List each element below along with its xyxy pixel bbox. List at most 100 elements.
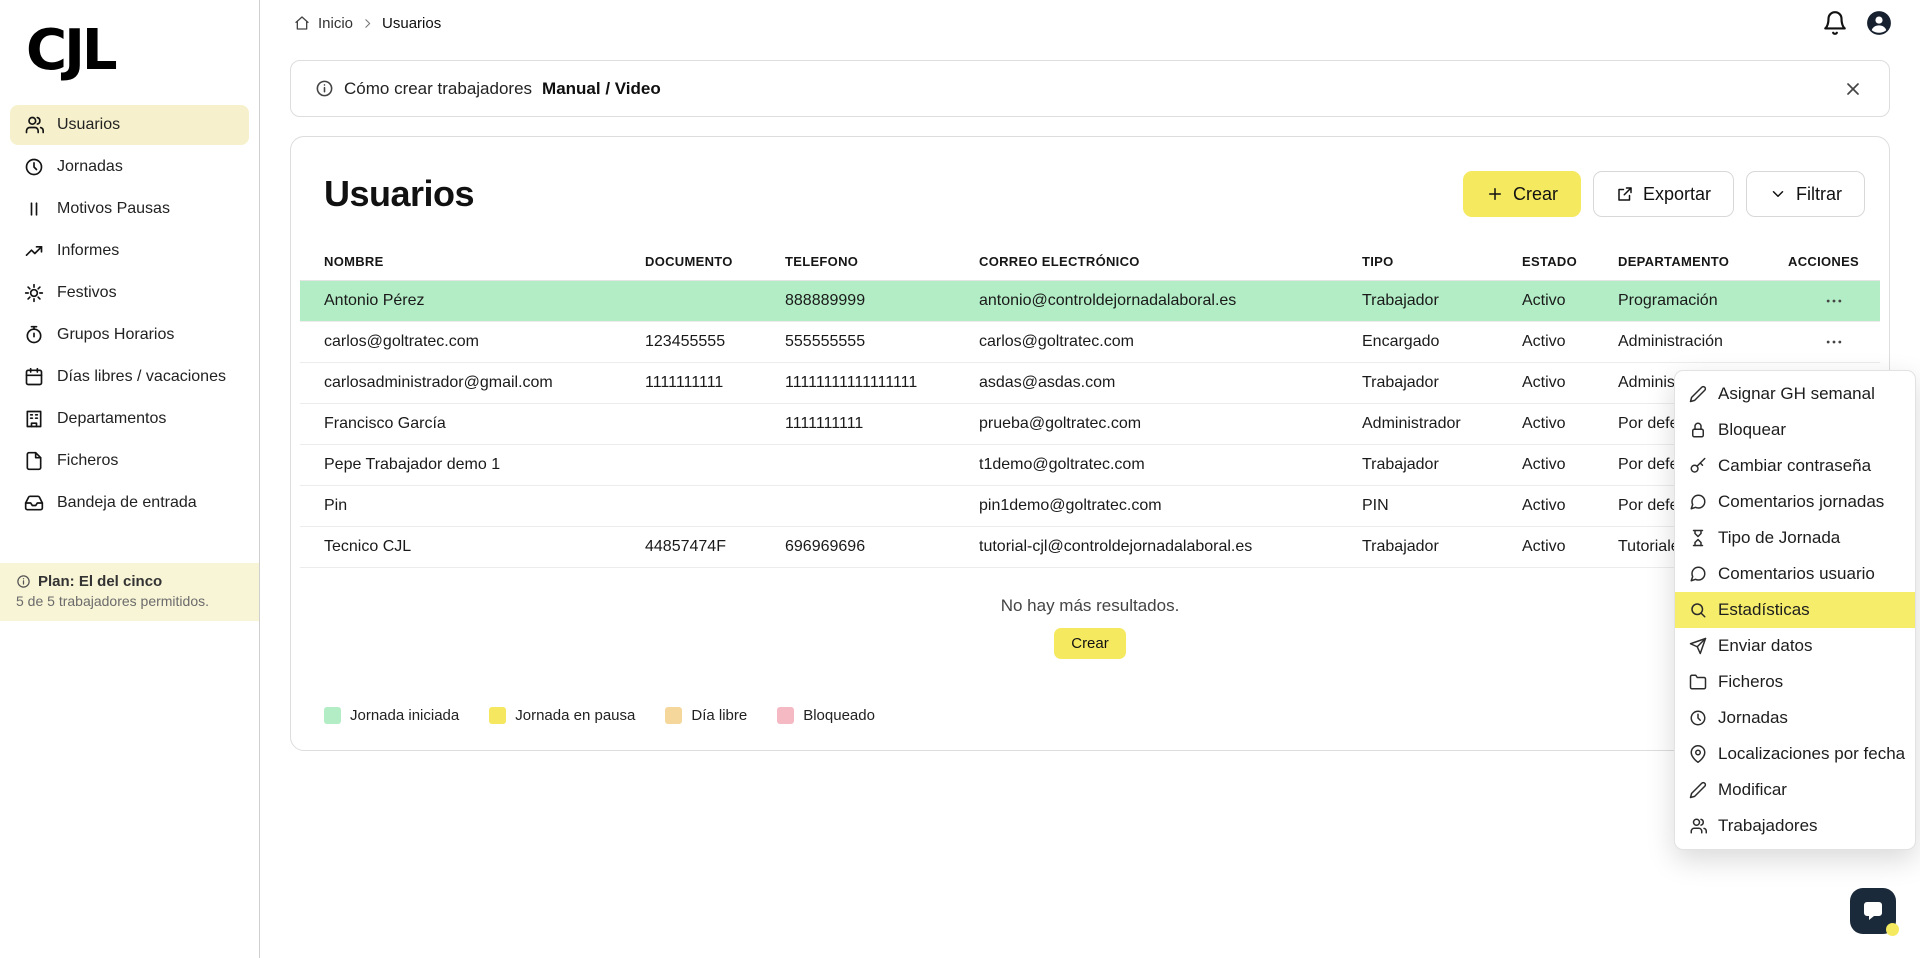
legend-item: Bloqueado — [777, 707, 875, 724]
sun-icon — [24, 283, 44, 303]
legend-swatch — [489, 707, 506, 724]
sidebar-item-label: Grupos Horarios — [57, 326, 174, 344]
chat-icon — [1861, 899, 1885, 923]
table-row[interactable]: Tecnico CJL 44857474F 696969696 tutorial… — [300, 527, 1880, 568]
context-menu-item[interactable]: Localizaciones por fecha — [1675, 736, 1915, 772]
sidebar-item-label: Ficheros — [57, 452, 118, 470]
users-icon — [24, 115, 44, 135]
context-menu-item[interactable]: Jornadas — [1675, 700, 1915, 736]
cell-nombre: Tecnico CJL — [324, 538, 645, 556]
cell-estado: Activo — [1522, 333, 1618, 351]
context-menu-item[interactable]: Comentarios jornadas — [1675, 484, 1915, 520]
cell-tipo: Administrador — [1362, 415, 1522, 433]
page-title: Usuarios — [324, 173, 474, 215]
filter-button[interactable]: Filtrar — [1746, 171, 1865, 217]
context-menu-item-label: Comentarios jornadas — [1718, 492, 1884, 512]
context-menu-item[interactable]: Asignar GH semanal — [1675, 376, 1915, 412]
column-header: DOCUMENTO — [645, 254, 785, 269]
context-menu-item[interactable]: Comentarios usuario — [1675, 556, 1915, 592]
sidebar: CJL Usuarios Jornadas Motivos Pausas — [0, 0, 260, 958]
create-bottom-button[interactable]: Crear — [1054, 628, 1126, 659]
context-menu-item-label: Trabajadores — [1718, 816, 1818, 836]
table-row[interactable]: Antonio Pérez 888889999 antonio@controld… — [300, 281, 1880, 322]
clock-icon — [1689, 709, 1707, 727]
sidebar-item[interactable]: Días libres / vacaciones — [10, 357, 249, 397]
column-header: TELEFONO — [785, 254, 979, 269]
context-menu-item[interactable]: Modificar — [1675, 772, 1915, 808]
legend-item: Jornada en pausa — [489, 707, 635, 724]
export-button[interactable]: Exportar — [1593, 171, 1734, 217]
context-menu-item[interactable]: Trabajadores — [1675, 808, 1915, 844]
file-icon — [24, 451, 44, 471]
stopwatch-icon — [24, 325, 44, 345]
cell-departamento: Programación — [1618, 292, 1788, 310]
sidebar-item[interactable]: Festivos — [10, 273, 249, 313]
pencil-icon — [1689, 385, 1707, 403]
sidebar-item[interactable]: Grupos Horarios — [10, 315, 249, 355]
breadcrumb-home[interactable]: Inicio — [318, 15, 353, 32]
card-header: Usuarios Crear Exportar Filtrar — [291, 171, 1889, 217]
legend-label: Jornada en pausa — [515, 707, 635, 724]
context-menu-item[interactable]: Cambiar contraseña — [1675, 448, 1915, 484]
row-actions-menu: Asignar GH semanal Bloquear Cambiar cont… — [1674, 370, 1916, 850]
sidebar-item[interactable]: Departamentos — [10, 399, 249, 439]
table-row[interactable]: Pepe Trabajador demo 1 t1demo@goltratec.… — [300, 445, 1880, 486]
context-menu-item[interactable]: Tipo de Jornada — [1675, 520, 1915, 556]
cell-documento: 123455555 — [645, 333, 785, 351]
folder-icon — [1689, 673, 1707, 691]
cell-nombre: Pepe Trabajador demo 1 — [324, 456, 645, 474]
cell-estado: Activo — [1522, 374, 1618, 392]
context-menu-item[interactable]: Enviar datos — [1675, 628, 1915, 664]
legend-label: Día libre — [691, 707, 747, 724]
table-row[interactable]: carlos@goltratec.com 123455555 555555555… — [300, 322, 1880, 363]
banner-links[interactable]: Manual / Video — [542, 79, 661, 99]
location-icon — [1689, 745, 1707, 763]
sidebar-item[interactable]: Motivos Pausas — [10, 189, 249, 229]
context-menu-item-label: Asignar GH semanal — [1718, 384, 1875, 404]
hourglass-icon — [1689, 529, 1707, 547]
row-actions-button[interactable] — [1819, 331, 1849, 353]
cell-telefono: 888889999 — [785, 292, 979, 310]
chat-icon — [1689, 565, 1707, 583]
sidebar-item[interactable]: Usuarios — [10, 105, 249, 145]
topbar-right — [1822, 10, 1892, 36]
account-button[interactable] — [1866, 10, 1892, 36]
create-button[interactable]: Crear — [1463, 171, 1581, 217]
cell-estado: Activo — [1522, 292, 1618, 310]
notifications-button[interactable] — [1822, 10, 1848, 36]
table-row[interactable]: Pin pin1demo@goltratec.com PIN Activo Po… — [300, 486, 1880, 527]
context-menu-item-label: Tipo de Jornada — [1718, 528, 1840, 548]
sidebar-item-label: Festivos — [57, 284, 117, 302]
user-avatar-icon — [1866, 10, 1892, 36]
key-icon — [1689, 457, 1707, 475]
close-icon — [1843, 79, 1863, 99]
sidebar-item-label: Informes — [57, 242, 119, 260]
table-body: Antonio Pérez 888889999 antonio@controld… — [300, 281, 1880, 568]
sidebar-item-label: Departamentos — [57, 410, 166, 428]
cell-nombre: Pin — [324, 497, 645, 515]
context-menu-item[interactable]: Bloquear — [1675, 412, 1915, 448]
sidebar-item[interactable]: Informes — [10, 231, 249, 271]
context-menu-item[interactable]: Ficheros — [1675, 664, 1915, 700]
banner-close-button[interactable] — [1843, 78, 1865, 100]
main-area: Inicio Usuarios Cómo crear trabajadores … — [260, 0, 1920, 958]
cell-telefono: 1111111111 — [785, 415, 979, 433]
table-row[interactable]: Francisco García 1111111111 prueba@goltr… — [300, 404, 1880, 445]
cell-tipo: Trabajador — [1362, 292, 1522, 310]
row-actions-button[interactable] — [1819, 290, 1849, 312]
chat-fab-button[interactable] — [1850, 888, 1896, 934]
create-button-label: Crear — [1513, 184, 1558, 205]
sidebar-item[interactable]: Bandeja de entrada — [10, 483, 249, 523]
cell-correo: antonio@controldejornadalaboral.es — [979, 292, 1362, 310]
plan-subtitle: 5 de 5 trabajadores permitidos. — [16, 593, 243, 609]
breadcrumb-current: Usuarios — [382, 15, 441, 32]
sidebar-item[interactable]: Jornadas — [10, 147, 249, 187]
table-row[interactable]: carlosadministrador@gmail.com 1111111111… — [300, 363, 1880, 404]
sidebar-item[interactable]: Ficheros — [10, 441, 249, 481]
legend-label: Bloqueado — [803, 707, 875, 724]
inbox-icon — [24, 493, 44, 513]
cell-estado: Activo — [1522, 538, 1618, 556]
context-menu-item[interactable]: Estadísticas — [1675, 592, 1915, 628]
cell-correo: asdas@asdas.com — [979, 374, 1362, 392]
cell-tipo: Trabajador — [1362, 538, 1522, 556]
